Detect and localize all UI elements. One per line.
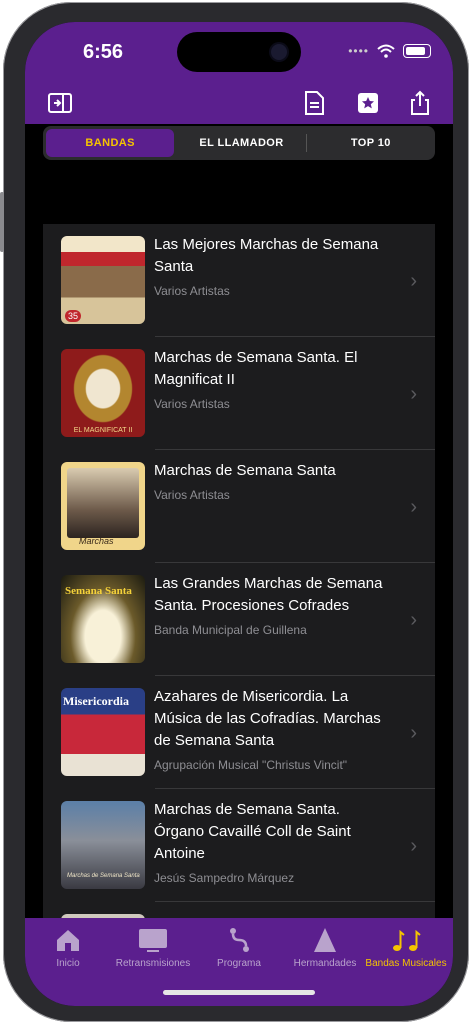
dynamic-island (177, 32, 301, 72)
music-notes-icon (393, 929, 421, 951)
list-item[interactable]: Marchas Marchas de Semana Santa Varios Ar… (43, 450, 435, 563)
signal-icon: •••• (348, 44, 369, 58)
tab-label: Retransmisiones (115, 958, 191, 969)
route-icon (230, 928, 249, 952)
tab-hermandades[interactable]: Hermandades (287, 926, 363, 969)
capirote-icon (314, 928, 336, 952)
wifi-icon (377, 44, 395, 58)
tab-inicio[interactable]: Inicio (43, 926, 93, 969)
navigation-header: 6:56 •••• (25, 22, 453, 124)
album-artist: Jesús Sampedro Márquez (154, 871, 295, 885)
tab-bandas-musicales[interactable]: Bandas Musicales (363, 926, 449, 969)
tab-label: Inicio (56, 958, 80, 969)
favorites-star-icon[interactable] (355, 90, 381, 116)
segmented-control: BANDAS EL LLAMADOR TOP 10 (43, 126, 435, 160)
album-art: 35 (61, 236, 145, 324)
album-title: Las Mejores Marchas de Semana Santa (154, 236, 379, 275)
list-item[interactable]: EL MAGNIFICAT II Marchas de Semana Santa… (43, 337, 435, 450)
chevron-right-icon: › (410, 270, 417, 292)
chevron-right-icon: › (410, 496, 417, 518)
tv-icon (139, 929, 167, 952)
album-art: Misericordia (61, 688, 145, 776)
chevron-right-icon: › (410, 609, 417, 631)
album-artist: Varios Artistas (154, 284, 230, 298)
camera-icon (271, 44, 287, 60)
status-icons: •••• (348, 44, 431, 58)
screen: 6:56 •••• BANDAS EL LLAMADOR TOP 10 35 L… (25, 22, 453, 1006)
list-item[interactable]: Semana Santa Las Grandes Marchas de Sema… (43, 563, 435, 676)
list-item[interactable]: Misericordia Azahares de Misericordia. L… (43, 676, 435, 789)
album-artist: Banda Municipal de Guillena (154, 623, 307, 637)
album-title: Marchas de Semana Santa. El Magnificat I… (154, 349, 358, 388)
list-item[interactable]: 35 Las Mejores Marchas de Semana Santa Va… (43, 224, 435, 337)
battery-icon (403, 44, 431, 58)
segment-top-10[interactable]: TOP 10 (307, 126, 435, 160)
album-title: Marchas de Semana Santa (154, 462, 336, 479)
share-icon[interactable] (407, 90, 433, 116)
album-title: Las Grandes Marchas de Semana Santa. Pro… (154, 575, 383, 614)
segment-bandas[interactable]: BANDAS (46, 129, 175, 157)
album-artist: Agrupación Musical "Christus Vincit" (154, 758, 348, 772)
chevron-right-icon: › (410, 835, 417, 857)
album-art: Marchas (61, 462, 145, 550)
album-title: Marchas de Semana Santa. Órgano Cavaillé… (154, 801, 351, 862)
list-item[interactable]: Marchas de Semana Santa Marchas de Seman… (43, 789, 435, 902)
device-frame: 6:56 •••• BANDAS EL LLAMADOR TOP 10 35 L… (0, 2, 469, 1022)
tab-programa[interactable]: Programa (209, 926, 269, 969)
album-art: Semana Santa (61, 575, 145, 663)
segment-el-llamador[interactable]: EL LLAMADOR (177, 126, 305, 160)
album-list: 35 Las Mejores Marchas de Semana Santa Va… (43, 224, 435, 924)
album-art: EL MAGNIFICAT II (61, 349, 145, 437)
house-icon (57, 930, 79, 951)
tab-label: Programa (217, 958, 261, 969)
album-artist: Varios Artistas (154, 397, 230, 411)
status-time: 6:56 (83, 41, 124, 63)
tab-label: Bandas Musicales (365, 958, 447, 969)
album-artist: Varios Artistas (154, 488, 230, 502)
tab-retransmisiones[interactable]: Retransmisiones (111, 926, 195, 969)
document-icon[interactable] (301, 90, 327, 116)
chevron-right-icon: › (410, 383, 417, 405)
sidebar-toggle-icon[interactable] (47, 90, 73, 116)
album-title: Azahares de Misericordia. La Música de l… (154, 688, 381, 749)
home-indicator (163, 990, 315, 995)
album-art: Marchas de Semana Santa (61, 801, 145, 889)
divider (155, 901, 435, 902)
chevron-right-icon: › (410, 722, 417, 744)
tab-label: Hermandades (293, 958, 357, 969)
